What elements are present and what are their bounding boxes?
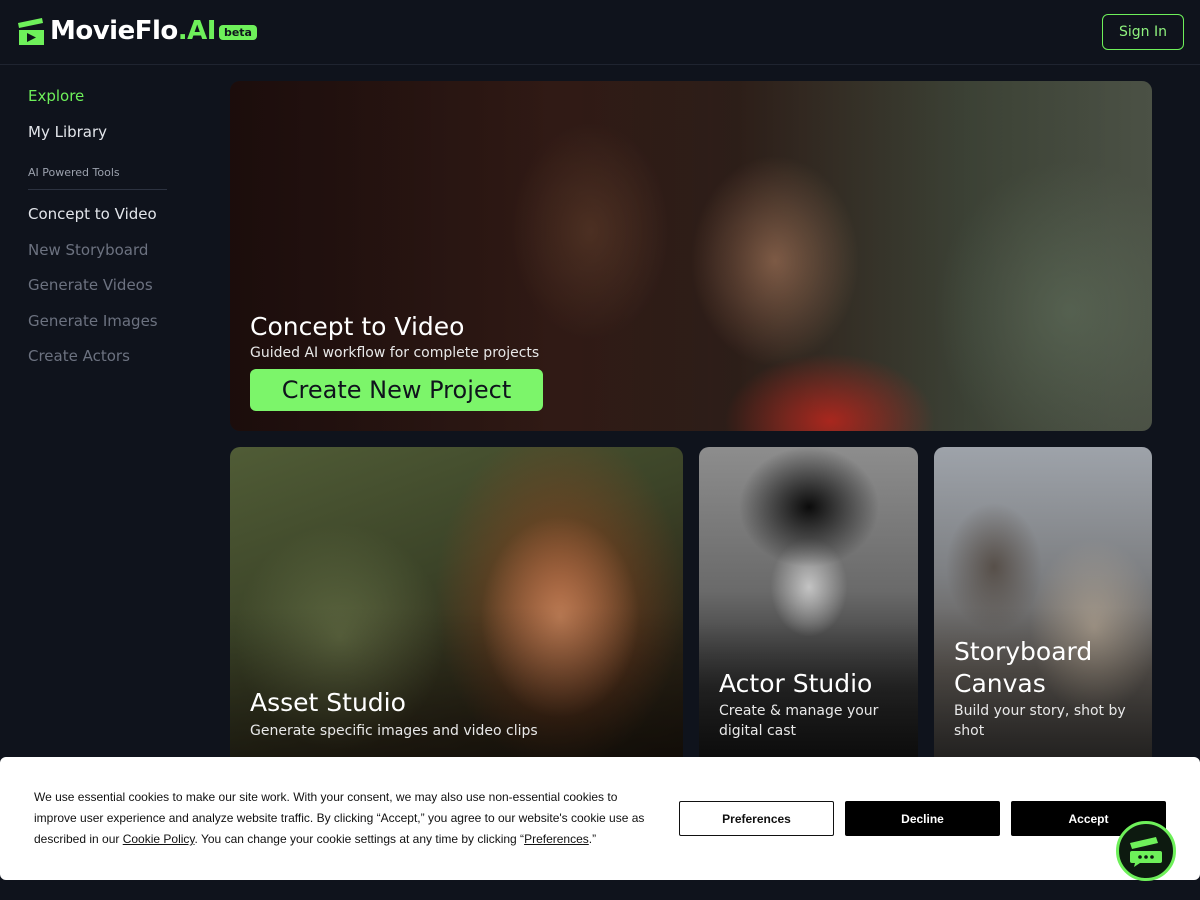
storyboard-canvas-card[interactable]: Storyboard Canvas Build your story, shot… [934, 447, 1152, 767]
asset-studio-title: Asset Studio [250, 688, 406, 717]
sidebar-item-generate-videos[interactable]: Generate Videos [28, 275, 153, 295]
movieflo-logo[interactable]: MovieFlo.AI beta [16, 15, 257, 47]
actor-studio-subtitle: Create & manage your digital cast [719, 703, 879, 739]
top-header: MovieFlo.AI beta Sign In [0, 0, 1200, 65]
cookie-consent-banner: We use essential cookies to make our sit… [0, 757, 1200, 880]
asset-studio-card[interactable]: Asset Studio Generate specific images an… [230, 447, 683, 767]
actor-studio-title: Actor Studio [719, 669, 873, 698]
storyboard-canvas-subtitle: Build your story, shot by shot [954, 703, 1126, 739]
sidebar-item-generate-images[interactable]: Generate Images [28, 311, 158, 331]
cookie-message: We use essential cookies to make our sit… [34, 790, 645, 846]
concept-to-video-card[interactable]: Concept to Video Guided AI workflow for … [230, 81, 1152, 431]
sidebar-divider [28, 189, 167, 190]
sidebar-item-my-library[interactable]: My Library [28, 122, 107, 142]
sign-in-button[interactable]: Sign In [1102, 14, 1184, 50]
preferences-link[interactable]: Preferences [524, 832, 589, 846]
create-new-project-button[interactable]: Create New Project [250, 369, 543, 411]
cookie-decline-button[interactable]: Decline [845, 801, 1000, 836]
play-clapper-icon [18, 18, 44, 45]
hero-subtitle: Guided AI workflow for complete projects [250, 345, 540, 361]
sidebar-section-label: AI Powered Tools [28, 166, 120, 179]
sidebar-item-explore[interactable]: Explore [28, 86, 84, 106]
beta-badge: beta [218, 24, 257, 40]
sidebar-item-concept-to-video[interactable]: Concept to Video [28, 204, 157, 224]
cookie-preferences-button[interactable]: Preferences [679, 801, 834, 836]
storyboard-canvas-title: Storyboard Canvas [954, 637, 1093, 698]
asset-studio-subtitle: Generate specific images and video clips [250, 723, 538, 739]
sidebar-item-create-actors[interactable]: Create Actors [28, 346, 130, 366]
actor-studio-card[interactable]: Actor Studio Create & manage your digita… [699, 447, 918, 767]
chat-widget-button[interactable] [1116, 821, 1176, 881]
chat-bubble-icon [1130, 837, 1162, 867]
hero-title: Concept to Video [250, 312, 465, 341]
cookie-policy-link[interactable]: Cookie Policy [123, 832, 195, 846]
logo-wordmark: MovieFlo.AI [50, 16, 216, 46]
sidebar-item-new-storyboard[interactable]: New Storyboard [28, 240, 148, 260]
